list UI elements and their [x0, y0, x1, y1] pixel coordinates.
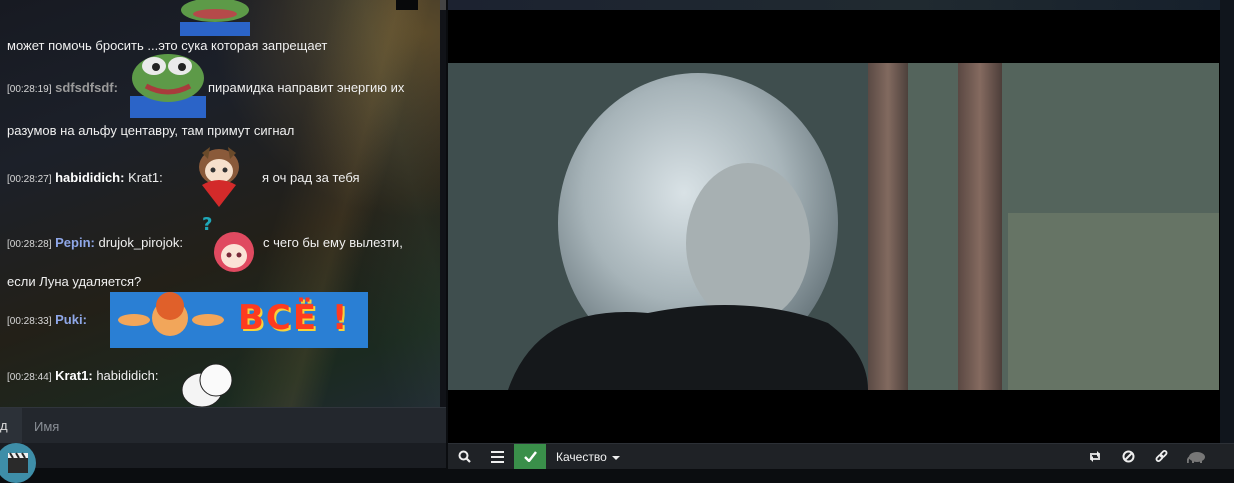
chat-message: [00:28:44] Krat1: habididich:: [7, 368, 158, 383]
clapperboard-icon[interactable]: [0, 443, 36, 483]
search-icon: [458, 450, 471, 463]
username[interactable]: habididich:: [55, 170, 124, 185]
block-button[interactable]: [1112, 444, 1144, 469]
message-text: разумов на альфу центавру, там примут си…: [7, 123, 295, 138]
player-controls: Качество: [448, 443, 1234, 469]
mention: habididich:: [96, 368, 159, 383]
message-text: пирамидка направит энергию их: [208, 80, 405, 95]
list-icon: [490, 450, 504, 463]
username[interactable]: Puki:: [55, 312, 87, 327]
pepe-emote: [180, 0, 250, 36]
mention: Krat1:: [128, 170, 163, 185]
chat-message: [00:28:19] sdfsdfsdf:: [7, 80, 118, 95]
timestamp: [00:28:27]: [7, 174, 52, 185]
chat-top-strip: [396, 0, 418, 10]
chat-line-partial: может помочь бросить ...это сука которая…: [7, 38, 328, 53]
right-edge: [1220, 0, 1234, 443]
video-frame[interactable]: [448, 63, 1219, 390]
chat-scrollbar[interactable]: [440, 0, 446, 407]
pepe-emote: [130, 54, 206, 118]
username[interactable]: Pepin:: [55, 235, 95, 250]
timestamp: [00:28:19]: [7, 84, 52, 95]
vse-banner-emote: ВСЁ !: [110, 292, 368, 348]
ban-icon: [1122, 450, 1134, 463]
chat-footer: [0, 443, 446, 468]
hug-emote: [181, 363, 233, 407]
search-button[interactable]: [448, 444, 480, 469]
repeat-button[interactable]: [1079, 444, 1111, 469]
elephant-icon: [1187, 452, 1205, 463]
message-text: я оч рад за тебя: [262, 170, 360, 185]
message-text: если Луна удаляется?: [7, 274, 142, 289]
name-input[interactable]: [26, 408, 452, 444]
link-icon: [1155, 450, 1167, 462]
chat-message: [00:28:33] Puki:: [7, 312, 87, 327]
chat-message: [00:28:27] habididich: Krat1:: [7, 170, 163, 185]
mention: drujok_pirojok:: [98, 235, 184, 250]
quality-dropdown[interactable]: Качество: [546, 444, 630, 469]
link-button[interactable]: [1145, 444, 1177, 469]
pink-hair-girl-emote: ?: [202, 214, 254, 272]
caret-down-icon: [612, 455, 621, 460]
input-prefix: д: [0, 408, 22, 444]
timestamp: [00:28:44]: [7, 372, 52, 383]
elephant-button[interactable]: [1181, 444, 1213, 469]
svg-text:?: ?: [202, 214, 212, 235]
check-icon: [523, 451, 537, 462]
chat-message: [00:28:28] Pepin: drujok_pirojok:: [7, 235, 183, 250]
username[interactable]: Krat1:: [55, 368, 93, 383]
timestamp: [00:28:28]: [7, 239, 52, 250]
chat-input-bar: д: [0, 407, 452, 444]
sync-button[interactable]: [514, 444, 546, 469]
timestamp: [00:28:33]: [7, 316, 52, 327]
quality-label: Качество: [556, 450, 607, 464]
chat-panel: может помочь бросить ...это сука которая…: [0, 0, 448, 407]
repeat-icon: [1090, 451, 1100, 462]
video-top-strip: [448, 0, 1220, 10]
username[interactable]: sdfsdfsdf:: [55, 80, 118, 95]
catgirl-heart-emote: [199, 147, 239, 207]
banner-text: ВСЁ !: [238, 298, 350, 338]
playlist-button[interactable]: [481, 444, 513, 469]
message-text: с чего бы ему вылезти,: [263, 235, 403, 250]
